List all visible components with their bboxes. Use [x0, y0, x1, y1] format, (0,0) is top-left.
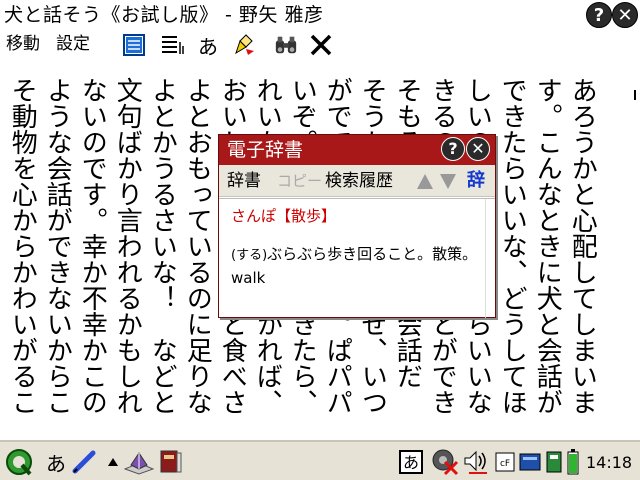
taskbar: あ あ cF 14:18	[0, 440, 640, 480]
dictionary-help-button[interactable]: ?	[441, 137, 465, 161]
menu-move[interactable]: 移動	[6, 34, 40, 54]
page-view-icon[interactable]	[122, 33, 146, 57]
start-menu-q-icon[interactable]	[2, 448, 36, 476]
close-x-icon[interactable]	[309, 33, 333, 57]
dictionary-scrollbar[interactable]	[485, 199, 493, 318]
entry-tag: (する)	[231, 248, 268, 263]
dictionary-lookup-button[interactable]: 辞	[467, 171, 485, 191]
sd-card-icon[interactable]	[518, 448, 542, 476]
text-column: そ動物を心からかわいがるこ	[7, 77, 38, 415]
dictionary-popup: 電子辞書 ? ✕ 辞書 コピー 検索履歴 辞 さんぽ【散歩】 (する)ぶらぶら歩…	[218, 134, 496, 318]
copy-button[interactable]: コピー	[277, 171, 322, 191]
menu-settings[interactable]: 設定	[56, 34, 90, 54]
binoculars-icon[interactable]	[274, 33, 298, 57]
text-column: ないのです。幸か不幸かこの	[77, 77, 108, 415]
page-position-marker	[634, 90, 638, 100]
dictionary-toolbar: 辞書 コピー 検索履歴 辞	[219, 165, 495, 197]
search-history-button[interactable]: 検索履歴	[325, 171, 393, 191]
ime-kana-indicator[interactable]: あ	[398, 448, 424, 476]
pen-input-icon[interactable]	[70, 448, 98, 476]
title-bar: 犬と話そう《お試し版》 - 野矢 雅彦 ? ✕	[0, 0, 640, 30]
dictionary-app-icon[interactable]	[156, 448, 186, 476]
arrow-up-icon[interactable]	[417, 174, 433, 189]
dictionary-select-button[interactable]: 辞書	[227, 171, 261, 191]
arrow-down-icon[interactable]	[440, 174, 456, 189]
book-reader-app-icon[interactable]	[122, 448, 156, 476]
window-title: 犬と話そう《お試し版》 - 野矢 雅彦	[4, 4, 324, 26]
line-spacing-icon[interactable]	[161, 33, 185, 57]
text-column: よとかうるさいな！ などと	[147, 77, 178, 415]
menu-bar: 移動 設定 あ	[0, 30, 640, 60]
text-column: できたらいいな、どうしてほ	[497, 77, 528, 415]
network-disconnected-icon[interactable]	[430, 448, 460, 476]
cf-label: cF	[500, 459, 510, 469]
kana-input-icon[interactable]: あ	[196, 33, 220, 59]
text-column: ような会話ができないからこ	[42, 77, 73, 415]
input-mode-indicator[interactable]: あ	[44, 448, 68, 476]
compact-flash-icon[interactable]: cF	[494, 448, 516, 476]
entry-headword: さんぽ【散歩】	[231, 207, 337, 225]
entry-definition: (する)ぶらぶら歩き回ること。散策。walk	[231, 243, 487, 289]
ime-kana-label: あ	[403, 453, 419, 472]
close-button[interactable]: ✕	[612, 2, 638, 28]
text-column: よとおもっているのに足りな	[182, 77, 213, 415]
text-column: 文句ばかり言われるかもしれ	[112, 77, 143, 415]
dictionary-entry-area: さんぽ【散歩】 (する)ぶらぶら歩き回ること。散策。walk	[219, 198, 495, 318]
dictionary-title: 電子辞書	[227, 139, 304, 161]
volume-icon[interactable]	[462, 448, 490, 476]
dictionary-title-bar[interactable]: 電子辞書 ? ✕	[219, 135, 495, 165]
dictionary-close-button[interactable]: ✕	[466, 137, 490, 161]
text-column: す。こんなときに犬と会話が	[532, 77, 563, 415]
battery-icon[interactable]	[566, 448, 580, 476]
text-column: あろうかと心配してしまいま	[567, 77, 598, 415]
memory-card-icon[interactable]	[544, 448, 564, 476]
entry-definition-text: ぶらぶら歩き回ること。散策。walk	[231, 245, 478, 287]
clock[interactable]: 14:18	[586, 454, 632, 472]
help-button[interactable]: ?	[586, 2, 612, 28]
show-apps-arrow-icon[interactable]	[106, 448, 120, 476]
marker-icon[interactable]	[232, 33, 256, 57]
